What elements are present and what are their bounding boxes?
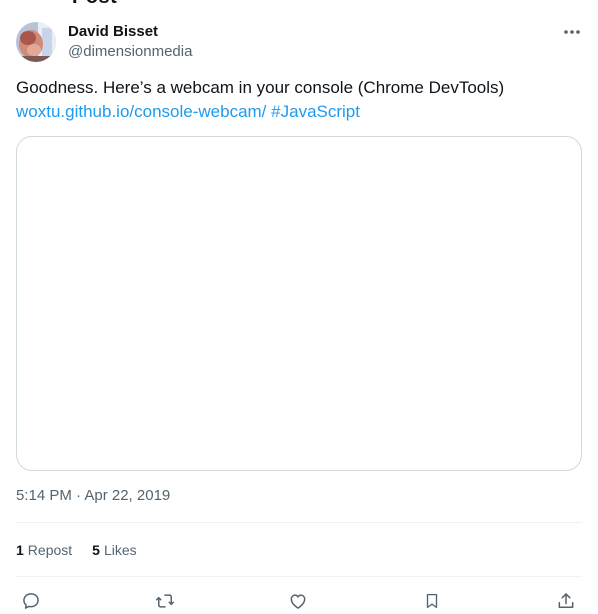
reposts-label: Repost [27, 542, 73, 558]
reply-icon [23, 593, 39, 609]
like-icon [290, 594, 306, 609]
avatar[interactable] [16, 22, 56, 62]
tweet-text: Goodness. Here’s a webcam in your consol… [16, 76, 582, 124]
tweet-body: Goodness. Here’s a webcam in your consol… [16, 78, 505, 97]
reposts-stat[interactable]: 1 Repost [16, 540, 72, 560]
reposts-count: 1 [16, 542, 24, 558]
tweet-detail-page: Post David Bisset @dimensionmedia Goodne… [0, 0, 598, 614]
tweet-stats: 1 Repost 5 Likes [16, 540, 137, 560]
avatar-image [16, 22, 56, 62]
media-card[interactable] [16, 136, 582, 471]
tweet-link[interactable]: woxtu.github.io/console-webcam/ [16, 102, 266, 121]
share-icon [558, 593, 574, 608]
more-options-button[interactable] [558, 20, 586, 44]
like-button[interactable] [283, 588, 313, 614]
likes-label: Likes [103, 542, 137, 558]
share-button[interactable] [551, 588, 581, 614]
author-handle[interactable]: @dimensionmedia [68, 42, 192, 62]
likes-stat[interactable]: 5 Likes [92, 540, 136, 560]
divider [16, 522, 582, 523]
repost-icon [155, 594, 175, 608]
likes-count: 5 [92, 542, 100, 558]
reply-button[interactable] [16, 588, 46, 614]
divider [16, 576, 582, 577]
page-title: Post [72, 0, 117, 9]
tweet-actions-bar [16, 588, 582, 614]
more-horizontal-icon [564, 30, 580, 34]
bookmark-icon [426, 593, 438, 609]
author-name[interactable]: David Bisset [68, 22, 158, 42]
repost-button[interactable] [150, 588, 180, 614]
tweet-links-line: woxtu.github.io/console-webcam/ #JavaScr… [16, 100, 582, 124]
bookmark-button[interactable] [417, 588, 447, 614]
tweet-timestamp[interactable]: 5:14 PM · Apr 22, 2019 [16, 486, 170, 506]
hashtag-link[interactable]: #JavaScript [271, 102, 360, 121]
